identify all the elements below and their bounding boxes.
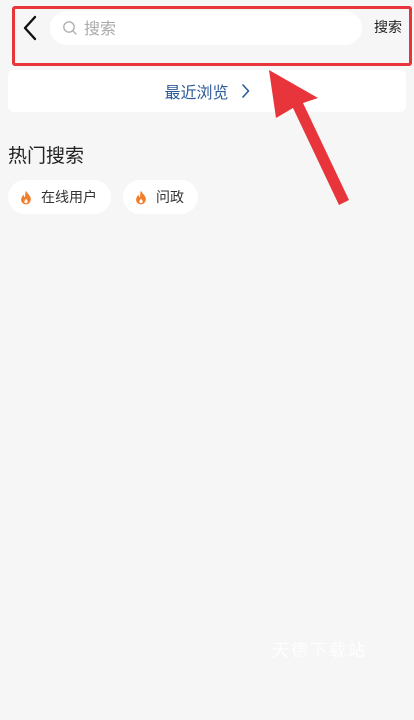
hot-search-chip[interactable]: 在线用户 — [8, 180, 111, 214]
flame-icon — [135, 190, 147, 205]
search-icon — [63, 21, 77, 35]
chevron-left-icon — [23, 15, 37, 41]
flame-icon — [20, 190, 32, 205]
top-bar: 搜索 — [0, 0, 414, 70]
chevron-right-icon — [241, 84, 250, 98]
hot-search-label: 问政 — [156, 190, 184, 206]
watermark: 天德下载站 — [272, 641, 367, 661]
hot-search-chip[interactable]: 问政 — [123, 180, 198, 214]
search-bar[interactable] — [50, 11, 362, 45]
hot-search-list: 在线用户 问政 — [8, 180, 198, 214]
search-input[interactable] — [84, 18, 334, 38]
back-button[interactable] — [16, 12, 44, 44]
hot-search-label: 在线用户 — [41, 190, 97, 206]
search-button[interactable]: 搜索 — [374, 17, 402, 37]
recent-browsing-label: 最近浏览 — [164, 83, 229, 102]
recent-browsing-button[interactable]: 最近浏览 — [8, 70, 406, 112]
hot-search-title: 热门搜索 — [8, 145, 85, 167]
